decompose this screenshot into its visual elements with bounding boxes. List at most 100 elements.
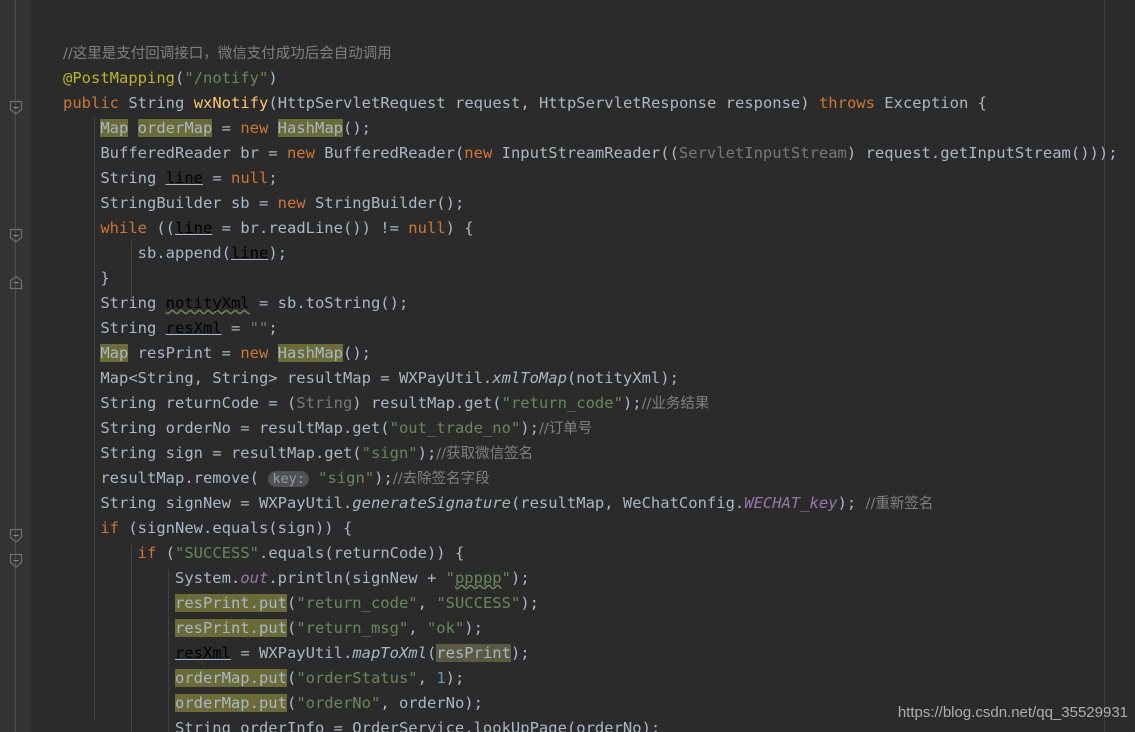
code-token: "ok": [426, 619, 465, 637]
code-token: );: [374, 469, 393, 487]
code-token: new: [240, 344, 269, 362]
code-token: null: [230, 169, 269, 187]
code-token: "return_code": [296, 594, 418, 612]
code-token: notityXml: [165, 294, 250, 312]
code-editor-window: //这里是支付回调接口，微信支付成功后会自动调用 @PostMapping("/n…: [0, 0, 1135, 732]
fold-collapse-icon[interactable]: [9, 528, 23, 544]
code-token: (: [174, 69, 185, 87]
code-token: = WXPayUtil.: [230, 644, 353, 662]
code-token: );: [445, 669, 465, 687]
code-token: InputStreamReader((: [492, 144, 679, 162]
code-line[interactable]: resPrint.put("return_code", "SUCCESS");: [63, 591, 1118, 616]
code-token: //获取微信签名: [436, 446, 534, 462]
code-line[interactable]: orderMap.put("orderStatus", 1);: [63, 666, 1118, 691]
code-token: out: [240, 569, 269, 587]
code-line[interactable]: StringBuilder sb = new StringBuilder();: [63, 191, 1118, 216]
code-token: String returnCode = (: [63, 394, 297, 412]
code-token: (: [426, 644, 437, 662]
fold-collapse-icon[interactable]: [9, 553, 23, 569]
code-line[interactable]: if ("SUCCESS".equals(returnCode)) {: [63, 541, 1118, 566]
code-token: sb.append(: [63, 244, 231, 262]
code-line[interactable]: resPrint.put("return_msg", "ok");: [63, 616, 1118, 641]
code-line[interactable]: String signNew = WXPayUtil.generateSigna…: [63, 491, 1118, 516]
code-line[interactable]: String resXml = "";: [63, 316, 1118, 341]
code-line[interactable]: String orderNo = resultMap.get("out_trad…: [63, 416, 1118, 441]
code-token: key:: [268, 471, 309, 487]
code-line[interactable]: BufferedReader br = new BufferedReader(n…: [63, 141, 1118, 166]
code-token: ): [268, 69, 278, 87]
fold-end-icon[interactable]: [9, 275, 23, 291]
code-token: mapToXml: [352, 644, 427, 662]
code-lines[interactable]: //这里是支付回调接口，微信支付成功后会自动调用 @PostMapping("/n…: [63, 41, 1118, 732]
code-token: );: [837, 494, 857, 512]
code-token: "return_code": [501, 394, 623, 412]
code-token: "SUCCESS": [436, 594, 521, 612]
code-line[interactable]: resXml = WXPayUtil.mapToXml(resPrint);: [63, 641, 1118, 666]
editor-code-area[interactable]: //这里是支付回调接口，微信支付成功后会自动调用 @PostMapping("/n…: [31, 0, 1135, 732]
code-token: //这里是支付回调接口，微信支付成功后会自动调用: [63, 46, 392, 62]
code-token: WECHAT_key: [744, 494, 838, 512]
code-token: ();: [343, 119, 371, 137]
code-token: =: [202, 169, 231, 187]
code-token: new: [240, 119, 269, 137]
code-token: resPrint: [436, 644, 511, 662]
code-token: new: [277, 194, 306, 212]
code-token: public: [63, 94, 119, 112]
code-line[interactable]: }: [63, 266, 1118, 291]
code-token: if: [100, 519, 119, 537]
code-token: HashMap: [277, 344, 343, 362]
code-line[interactable]: Map resPrint = new HashMap();: [63, 341, 1118, 366]
code-token: );: [622, 394, 642, 412]
code-token: );: [268, 244, 287, 262]
code-token: @PostMapping: [63, 69, 175, 87]
code-token: );: [464, 619, 483, 637]
code-token: "sign": [361, 444, 418, 462]
code-line[interactable]: String notityXml = sb.toString();: [63, 291, 1118, 316]
code-token: //去除签名字段: [392, 471, 490, 487]
code-token: = sb.toString();: [249, 294, 409, 312]
code-line[interactable]: System.out.println(signNew + "ppppp");: [63, 566, 1118, 591]
code-token: ) resultMap.get(: [352, 394, 502, 412]
code-token: System.: [63, 569, 241, 587]
code-line[interactable]: while ((line = br.readLine()) != null) {: [63, 216, 1118, 241]
code-token: resultMap.remove(: [63, 469, 259, 487]
code-line[interactable]: String line = null;: [63, 166, 1118, 191]
code-token: (: [156, 544, 175, 562]
code-token: =: [221, 319, 250, 337]
code-token: (: [268, 94, 278, 112]
code-line[interactable]: resultMap.remove( key: "sign");//去除签名字段: [63, 466, 1118, 491]
code-line[interactable]: String returnCode = (String) resultMap.g…: [63, 391, 1118, 416]
code-token: ": [501, 569, 511, 587]
code-line[interactable]: if (signNew.equals(sign)) {: [63, 516, 1118, 541]
code-token: =: [212, 119, 241, 137]
code-line[interactable]: Map orderMap = new HashMap();: [63, 116, 1118, 141]
code-line[interactable]: //这里是支付回调接口，微信支付成功后会自动调用: [63, 41, 1118, 66]
code-line[interactable]: sb.append(line);: [63, 241, 1118, 266]
code-token: //重新签名: [865, 496, 934, 512]
code-token: (: [286, 594, 297, 612]
editor-gutter[interactable]: [0, 0, 31, 732]
fold-collapse-icon[interactable]: [9, 228, 23, 244]
code-token: ) request.getInputStream()));: [846, 144, 1118, 162]
code-token: throws: [818, 94, 875, 112]
code-token: String orderInfo = OrderService.lookUpPa…: [63, 719, 661, 732]
code-line[interactable]: Map<String, String> resultMap = WXPayUti…: [63, 366, 1118, 391]
code-token: String orderNo = resultMap.get(: [63, 419, 390, 437]
code-line[interactable]: public String wxNotify(HttpServletReques…: [63, 91, 1118, 116]
code-line[interactable]: @PostMapping("/notify"): [63, 66, 1118, 91]
code-token: BufferedReader br =: [63, 144, 287, 162]
fold-collapse-icon[interactable]: [9, 100, 23, 116]
code-line[interactable]: String sign = resultMap.get("sign");//获取…: [63, 441, 1118, 466]
code-token: new: [286, 144, 315, 162]
